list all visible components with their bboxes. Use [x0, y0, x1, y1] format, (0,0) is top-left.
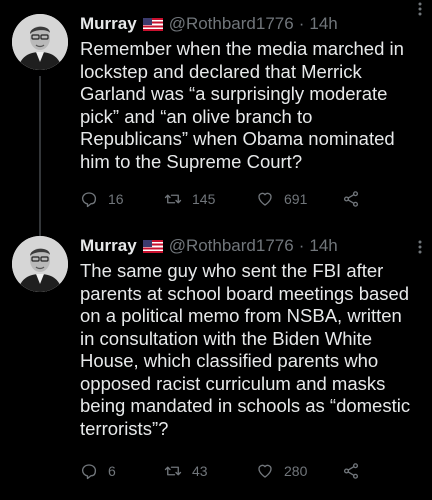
- share-button[interactable]: [342, 190, 370, 208]
- retweet-button[interactable]: 145: [164, 190, 215, 208]
- timestamp[interactable]: 14h: [309, 14, 337, 34]
- more-dots-icon[interactable]: [410, 2, 430, 17]
- like-count: 280: [284, 463, 308, 479]
- tweet-header: Murray @Rothbard1776 · 14h: [80, 12, 420, 36]
- share-icon: [343, 463, 359, 479]
- separator-dot: ·: [298, 14, 305, 33]
- tweet-header: Murray @Rothbard1776 · 14h: [80, 234, 420, 258]
- thread-connector-line: [39, 76, 41, 236]
- tweet-actions: 6 43 280: [80, 462, 400, 486]
- us-flag-icon: [142, 17, 163, 31]
- avatar[interactable]: [12, 14, 68, 70]
- like-button[interactable]: 280: [256, 462, 307, 480]
- reply-button[interactable]: 6: [80, 462, 116, 480]
- avatar[interactable]: [12, 236, 68, 292]
- heart-icon: [258, 192, 272, 206]
- like-button[interactable]: 691: [256, 190, 307, 208]
- share-icon: [343, 191, 359, 207]
- tweet-text: The same guy who sent the FBI after pare…: [80, 260, 411, 439]
- author-handle[interactable]: @Rothbard1776: [169, 236, 294, 256]
- separator-dot: ·: [298, 236, 305, 255]
- tweet[interactable]: Murray @Rothbard1776 · 14h Remember when…: [0, 0, 432, 236]
- tweet[interactable]: Murray @Rothbard1776 · 14h The same guy …: [0, 226, 432, 500]
- tweet-actions: 16 145 691: [80, 190, 400, 214]
- share-button[interactable]: [342, 462, 370, 480]
- reply-icon: [81, 464, 97, 480]
- like-count: 691: [284, 191, 308, 207]
- timestamp[interactable]: 14h: [309, 236, 337, 256]
- us-flag-icon: [142, 239, 163, 253]
- retweet-count: 43: [192, 463, 208, 479]
- retweet-icon: [164, 194, 182, 204]
- retweet-count: 145: [192, 191, 216, 207]
- retweet-icon: [164, 466, 182, 476]
- reply-button[interactable]: 16: [80, 190, 124, 208]
- reply-count: 16: [108, 191, 124, 207]
- heart-icon: [258, 464, 272, 478]
- reply-count: 6: [108, 463, 116, 479]
- author-name[interactable]: Murray: [80, 236, 137, 256]
- retweet-button[interactable]: 43: [164, 462, 208, 480]
- reply-icon: [81, 192, 97, 208]
- author-handle[interactable]: @Rothbard1776: [169, 14, 294, 34]
- author-name[interactable]: Murray: [80, 14, 137, 34]
- more-dots-icon[interactable]: [410, 240, 430, 255]
- tweet-content: Murray @Rothbard1776 · 14h The same guy …: [80, 234, 420, 440]
- tweet-content: Murray @Rothbard1776 · 14h Remember when…: [80, 12, 420, 173]
- tweet-text: Remember when the media marched in locks…: [80, 38, 404, 172]
